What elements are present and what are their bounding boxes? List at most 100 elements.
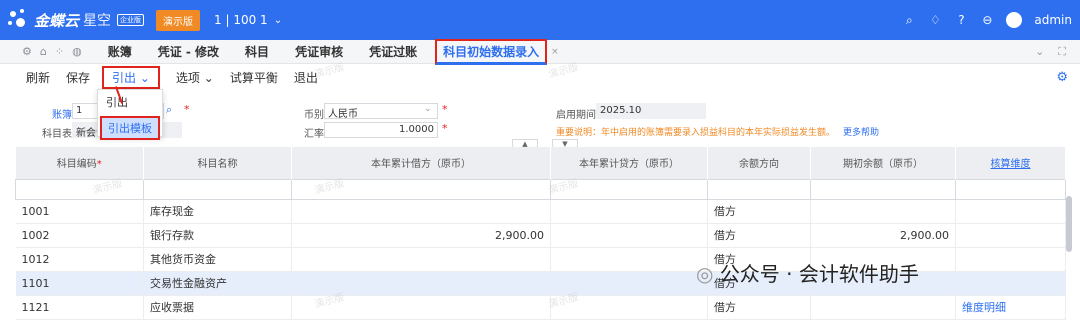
filter-input[interactable] — [707, 178, 811, 200]
options-button[interactable]: 选项 ⌄ — [176, 69, 214, 86]
avatar[interactable] — [1006, 12, 1023, 28]
cell-name[interactable]: 应收票据 — [143, 295, 292, 320]
col-header-dimension[interactable]: 核算维度 — [955, 147, 1066, 179]
apps-icon[interactable]: ⁘ — [55, 45, 64, 58]
cell-balance[interactable] — [810, 199, 956, 224]
search-icon[interactable]: ⌕ — [166, 103, 172, 117]
required-mark: * — [442, 122, 448, 135]
cell-direction[interactable]: 借方 — [707, 223, 811, 248]
tab-subject-initial-data[interactable]: 科目初始数据录入 — [435, 38, 548, 65]
cell-dimension[interactable] — [955, 223, 1066, 248]
cell-balance[interactable]: 2,900.00 — [810, 223, 956, 248]
refresh-button[interactable]: 刷新 — [26, 69, 50, 86]
export-menu: 引出 引出模板 — [97, 89, 163, 140]
cell-code[interactable]: 1002 — [15, 223, 144, 248]
chevron-down-icon[interactable]: ⌄ — [274, 15, 282, 26]
col-header-debit[interactable]: 本年累计借方（原币） — [291, 147, 551, 179]
cell-credit[interactable] — [550, 223, 708, 248]
menu-item-export-template[interactable]: 引出模板 — [100, 116, 160, 140]
cell-dimension[interactable] — [955, 199, 1066, 224]
cell-name[interactable]: 其他货币资金 — [143, 247, 292, 272]
chevron-down-icon[interactable]: ⌄ — [424, 104, 432, 114]
cell-dimension[interactable] — [955, 271, 1066, 296]
required-mark: * — [184, 103, 190, 116]
cell-dimension[interactable]: 维度明细 — [955, 295, 1066, 320]
tab-voucher-audit[interactable]: 凭证审核 — [295, 43, 343, 60]
cell-code[interactable]: 1121 — [15, 295, 144, 320]
book-label: 账簿 — [52, 110, 72, 121]
filter-row — [15, 178, 1066, 200]
export-button[interactable]: 引出 ⌄ — [102, 65, 160, 89]
minus-circle-icon[interactable]: ⊖ — [980, 13, 994, 27]
cell-dimension[interactable] — [955, 247, 1066, 272]
search-icon[interactable]: ⌕ — [902, 13, 916, 27]
trial-balance-button[interactable]: 试算平衡 — [230, 69, 278, 86]
brand-sub: 星空 — [83, 13, 112, 29]
close-icon[interactable]: × — [551, 47, 559, 57]
cell-code[interactable]: 1101 — [15, 271, 144, 296]
export-label: 引出 — [112, 70, 137, 85]
col-header-direction[interactable]: 余额方向 — [707, 147, 811, 179]
col-header-balance[interactable]: 期初余额（原币） — [810, 147, 956, 179]
currency-select[interactable]: 人民币 — [324, 103, 438, 120]
user-name[interactable]: admin — [1034, 13, 1072, 27]
menu-item-export[interactable]: 引出 — [98, 90, 162, 114]
more-help-link[interactable]: 更多帮助 — [843, 128, 879, 138]
filter-input[interactable] — [955, 178, 1066, 200]
subject-grid: 科目编码* 科目名称 本年累计借方（原币） 本年累计贷方（原币） 余额方向 期初… — [15, 147, 1066, 320]
demo-badge: 演示版 — [156, 9, 201, 31]
tab-account-book[interactable]: 账簿 — [108, 43, 132, 60]
period-label: 启用期间 — [556, 110, 596, 121]
wechat-watermark: ◎ 公众号 · 会计软件助手 — [696, 258, 919, 287]
tab-bar: ⚙ ⌂ ⁘ ◍ 账簿 凭证 - 修改 科目 凭证审核 凭证过账 科目初始数据录入… — [0, 38, 1080, 65]
table-row[interactable]: 1002 银行存款 2,900.00 借方 2,900.00 — [15, 223, 1066, 248]
cell-name[interactable]: 银行存款 — [143, 223, 292, 248]
fullscreen-icon[interactable]: ⛶ — [1058, 45, 1066, 59]
collapse-icon[interactable]: ⌄ — [1035, 45, 1044, 59]
cell-debit[interactable] — [291, 247, 551, 272]
header-text: 科目编码 — [56, 159, 97, 171]
tab-voucher-post[interactable]: 凭证过账 — [369, 43, 417, 60]
help-icon[interactable]: ? — [954, 13, 968, 27]
cell-debit[interactable]: 2,900.00 — [291, 223, 551, 248]
vertical-scrollbar[interactable] — [1066, 196, 1072, 252]
tab-voucher-edit[interactable]: 凭证 - 修改 — [158, 43, 219, 60]
cell-direction[interactable]: 借方 — [707, 295, 811, 320]
logo-icon — [8, 9, 30, 31]
filter-input[interactable] — [15, 178, 144, 200]
cell-code[interactable]: 1001 — [15, 199, 144, 224]
wechat-icon: ◎ — [696, 262, 714, 286]
cell-name[interactable]: 库存现金 — [143, 199, 292, 224]
edition-badge: 企业版 — [117, 14, 145, 26]
cell-name[interactable]: 交易性金融资产 — [143, 271, 292, 296]
gear-icon[interactable]: ⚙ — [1056, 70, 1068, 85]
settings-icon[interactable]: ⚙ — [22, 45, 32, 58]
cell-credit[interactable] — [550, 199, 708, 224]
cell-credit[interactable] — [550, 247, 708, 272]
col-header-code[interactable]: 科目编码* — [15, 147, 144, 179]
bell-icon[interactable]: ♢ — [928, 13, 942, 27]
col-header-name[interactable]: 科目名称 — [143, 147, 292, 179]
brand-name: 金蝶云 — [34, 11, 80, 30]
cell-debit[interactable] — [291, 199, 551, 224]
account-selector[interactable]: 1 | 100 1 — [214, 13, 268, 27]
tab-subject[interactable]: 科目 — [245, 43, 269, 60]
options-label: 选项 — [175, 70, 200, 85]
save-button[interactable]: 保存 — [66, 69, 90, 86]
home-icon[interactable]: ⌂ — [40, 45, 47, 58]
required-mark: * — [442, 103, 448, 116]
cell-direction[interactable]: 借方 — [707, 199, 811, 224]
filter-input[interactable] — [810, 178, 956, 200]
toolbar: 刷新 保存 引出 ⌄ 选项 ⌄ 试算平衡 退出 ⚙ — [0, 64, 1080, 90]
filter-input[interactable] — [143, 178, 292, 200]
table-row[interactable]: 1001 库存现金 借方 — [15, 199, 1066, 224]
rate-label: 汇率 — [304, 129, 324, 140]
chat-icon[interactable]: ◍ — [72, 45, 82, 58]
cell-code[interactable]: 1012 — [15, 247, 144, 272]
top-bar: 金蝶云 星空 企业版 演示版 1 | 100 1 ⌄ ⌕ ♢ ? ⊖ admin — [0, 0, 1080, 40]
cell-balance[interactable] — [810, 295, 956, 320]
table-row[interactable]: 1121 应收票据 借方 维度明细 — [15, 295, 1066, 320]
rate-input[interactable]: 1.0000 — [324, 122, 438, 138]
currency-label: 币别 — [304, 110, 324, 121]
wechat-watermark-text: 公众号 · 会计软件助手 — [719, 262, 919, 286]
